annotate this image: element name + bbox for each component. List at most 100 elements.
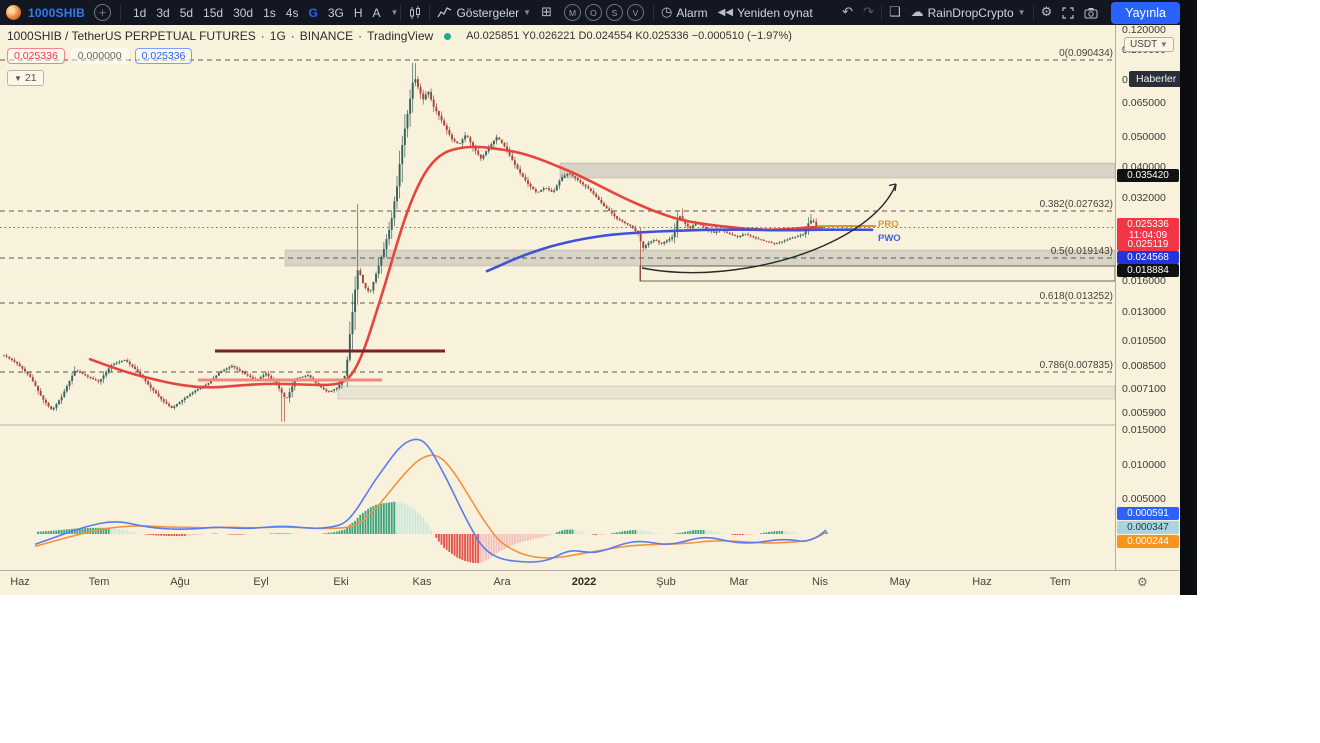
timeframe-1s[interactable]: 1s — [259, 4, 280, 22]
alarm-clock-icon: ◷ — [661, 6, 672, 19]
price-tag: 0.025119 — [1117, 238, 1179, 251]
time-label: Ağu — [170, 576, 190, 588]
time-label: Şub — [656, 576, 676, 588]
ma-line-label[interactable]: PWO — [878, 233, 901, 244]
publish-button[interactable]: Yayınla — [1111, 2, 1180, 24]
legend-interval[interactable]: 1G — [270, 29, 286, 43]
settings-button[interactable]: ⚙ — [1036, 4, 1058, 21]
time-label: Mar — [730, 576, 749, 588]
currency-toggle[interactable]: USDT ▼ — [1124, 37, 1174, 52]
indicators-chevron-icon: ▼ — [523, 8, 531, 17]
snapshot-button[interactable] — [1079, 5, 1103, 21]
quick-indicator-v[interactable]: V — [627, 4, 644, 21]
legend-value-box-1: 0.000000 — [71, 48, 129, 64]
time-axis-gear-icon[interactable]: ⚙ — [1137, 575, 1148, 589]
collapsed-indicators-toggle[interactable]: ▼ 21 — [7, 70, 44, 86]
price-axis[interactable]: USDT ▼ 0.1200000.1000000.0800000.0650000… — [1115, 25, 1180, 570]
alarm-button[interactable]: ◷ Alarm — [656, 4, 713, 22]
price-tag: 0.000347 — [1117, 521, 1179, 534]
indicators-button[interactable]: Göstergeler ▼ — [432, 4, 536, 22]
price-tick: 0.005000 — [1122, 493, 1166, 505]
time-label: Tem — [89, 576, 110, 588]
compare-add-icon[interactable]: ＋ — [94, 4, 111, 21]
tradingview-app: { "toolbar": { "symbol": "1000SHIB", "ti… — [0, 0, 1320, 743]
time-label: Tem — [1050, 576, 1071, 588]
price-tick: 0.008500 — [1122, 360, 1166, 372]
separator — [653, 5, 654, 21]
chart-style-button[interactable] — [403, 4, 427, 22]
price-tick: 0.013000 — [1122, 306, 1166, 318]
legend-symbol-title[interactable]: 1000SHIB / TetherUS PERPETUAL FUTURES — [7, 29, 256, 43]
replay-button[interactable]: ◀◀ Yeniden oynat — [713, 4, 818, 22]
candlestick-icon — [408, 6, 422, 20]
time-label: Ara — [493, 576, 510, 588]
chart-legend: 1000SHIB / TetherUS PERPETUAL FUTURES · … — [7, 29, 792, 86]
layout-square-icon: ❑ — [889, 6, 901, 19]
timeframe-30d[interactable]: 30d — [229, 4, 257, 22]
fib-level-label: 0(0.090434) — [1059, 48, 1113, 59]
price-tick: 0.007100 — [1122, 383, 1166, 395]
price-tick: 0.032000 — [1122, 192, 1166, 204]
indicator-templates-button[interactable]: ⊞ — [536, 4, 557, 21]
news-tooltip: Haberler — [1129, 71, 1180, 87]
quick-indicator-s[interactable]: S — [606, 4, 623, 21]
gear-icon: ⚙ — [1041, 6, 1053, 19]
price-tick: 0.010000 — [1122, 459, 1166, 471]
timeframe-4s[interactable]: 4s — [282, 4, 303, 22]
chart-canvas[interactable] — [0, 25, 1180, 570]
timeframe-5d[interactable]: 5d — [176, 4, 197, 22]
chevron-down-icon: ▼ — [14, 74, 22, 83]
right-sidebar-collapsed[interactable] — [1180, 0, 1197, 595]
fullscreen-icon — [1062, 7, 1074, 19]
price-tick: 0.120000 — [1122, 25, 1166, 36]
fib-level-label: 0.382(0.027632) — [1040, 199, 1113, 210]
chart-area[interactable]: 1000SHIB / TetherUS PERPETUAL FUTURES · … — [0, 25, 1180, 595]
legend-value-box-2: 0.025336 — [135, 48, 193, 64]
quick-indicator-m[interactable]: M — [564, 4, 581, 21]
timeframe-group: 1d3d5d15d30d1s4sG3GHA — [123, 0, 391, 25]
fib-level-label: 0.5(0.019143) — [1051, 246, 1113, 257]
top-toolbar: 1000SHIB ＋ 1d3d5d15d30d1s4sG3GHA ▼ Göste… — [0, 0, 1180, 25]
timeframe-3d[interactable]: 3d — [152, 4, 173, 22]
time-label: May — [890, 576, 911, 588]
time-label: Haz — [10, 576, 30, 588]
time-label: Nis — [812, 576, 828, 588]
ma-line-label[interactable]: PRO — [878, 219, 899, 230]
account-chevron-icon: ▼ — [1018, 8, 1026, 17]
market-status-dot — [444, 33, 451, 40]
time-axis[interactable]: HazTemAğuEylEkiKasAra2022ŞubMarNisMayHaz… — [0, 570, 1180, 595]
time-label: Haz — [972, 576, 992, 588]
price-tag: 0.018884 — [1117, 264, 1179, 277]
currency-chevron-icon: ▼ — [1160, 40, 1168, 49]
supply-demand-zone — [338, 386, 1115, 399]
separator — [881, 5, 882, 21]
timeframe-3G[interactable]: 3G — [324, 4, 348, 22]
timeframe-G[interactable]: G — [304, 4, 321, 22]
rewind-icon: ◀◀ — [718, 8, 733, 18]
legend-value-box-0: 0.025336 — [7, 48, 65, 64]
symbol-button[interactable]: 1000SHIB — [28, 6, 85, 20]
timeframe-chevron-icon[interactable]: ▼ — [391, 8, 399, 17]
timeframe-1d[interactable]: 1d — [129, 4, 150, 22]
time-label: Eyl — [253, 576, 268, 588]
price-tick: 0.010500 — [1122, 335, 1166, 347]
price-tick: 0.015000 — [1122, 424, 1166, 436]
legend-sep: · — [358, 29, 362, 43]
price-tag: 0.000591 — [1117, 507, 1179, 520]
timeframe-H[interactable]: H — [350, 4, 367, 22]
undo-button[interactable]: ↶ — [837, 4, 858, 21]
separator — [429, 5, 430, 21]
legend-sep: · — [261, 29, 265, 43]
timeframe-A[interactable]: A — [369, 4, 385, 22]
account-menu[interactable]: ☁ RainDropCrypto ▼ — [906, 4, 1031, 22]
price-tag: 0.024568 — [1117, 251, 1179, 264]
legend-ohlc-values: A0.025851 Y0.026221 D0.024554 K0.025336 … — [466, 30, 792, 42]
redo-button[interactable]: ↷ — [858, 4, 879, 21]
layout-select-button[interactable]: ❑ — [884, 4, 906, 21]
undo-icon: ↶ — [842, 6, 853, 19]
quick-indicator-o[interactable]: O — [585, 4, 602, 21]
fullscreen-button[interactable] — [1057, 5, 1079, 21]
timeframe-15d[interactable]: 15d — [199, 4, 227, 22]
legend-sep: · — [291, 29, 295, 43]
time-label: 2022 — [572, 576, 596, 588]
